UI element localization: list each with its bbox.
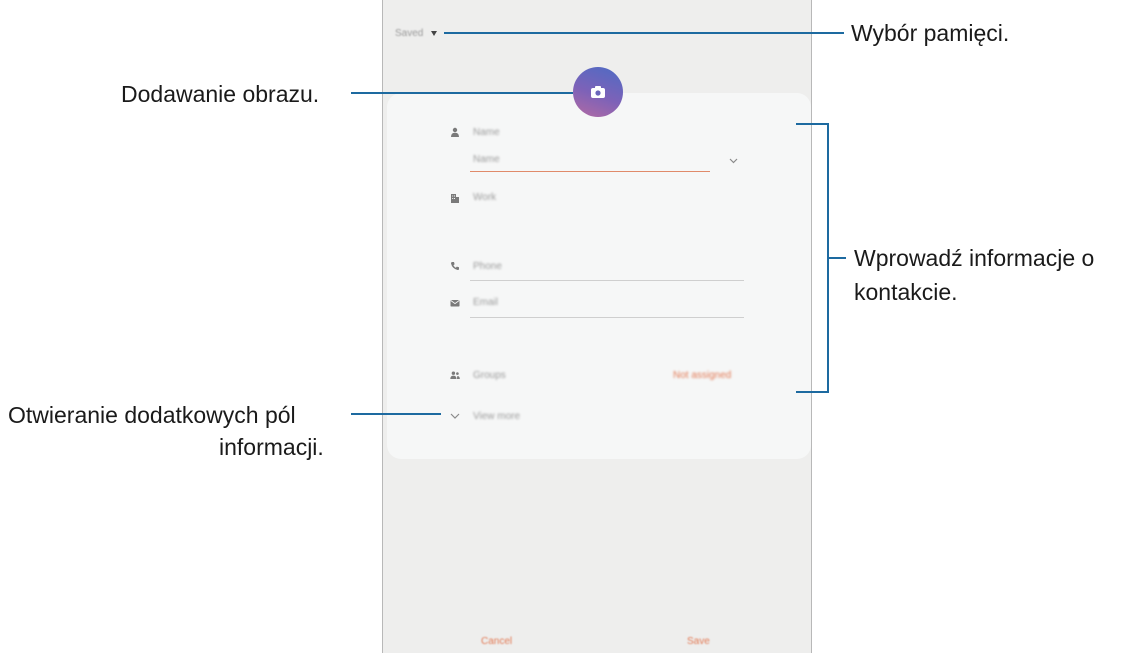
cancel-button[interactable]: Cancel <box>481 636 512 647</box>
more-fields-annotation-line2: informacji. <box>219 434 324 460</box>
phone-icon <box>450 262 459 271</box>
storage-label: Saved <box>395 27 424 39</box>
enter-info-annotation-line2: kontakcie. <box>854 279 958 305</box>
storage-callout-line <box>444 32 844 34</box>
chevron-down-icon[interactable] <box>729 158 738 164</box>
email-field-underline <box>470 317 744 318</box>
view-more-button[interactable]: View more <box>473 411 520 422</box>
add-image-button[interactable] <box>573 67 623 117</box>
camera-icon <box>591 86 605 98</box>
work-field[interactable]: Work <box>473 192 496 203</box>
groups-label: Groups <box>473 370 506 381</box>
enter-info-annotation-line1: Wprowadź informacje o <box>854 245 1095 271</box>
phone-field[interactable]: Phone <box>473 261 502 272</box>
name-field[interactable]: Name <box>473 154 500 165</box>
storage-annotation: Wybór pamięci. <box>851 20 1010 46</box>
more-fields-callout-line <box>351 413 441 415</box>
email-icon <box>450 300 460 307</box>
chevron-down-icon[interactable] <box>450 413 460 420</box>
contact-form-card: Name Name Work Phone Email Groups Not as… <box>387 93 811 459</box>
person-icon <box>451 127 459 137</box>
add-image-callout-line <box>351 92 573 94</box>
groups-value[interactable]: Not assigned <box>673 370 731 381</box>
phone-screen: Saved Name Name Work Phone Email Groups … <box>382 0 812 653</box>
phone-field-underline <box>470 280 744 281</box>
info-callout-line <box>827 257 846 259</box>
name-field-underline <box>470 171 710 172</box>
group-icon <box>450 371 460 379</box>
building-icon <box>451 194 459 203</box>
info-bracket-bottom <box>796 391 829 393</box>
info-bracket-top <box>796 123 829 125</box>
save-button[interactable]: Save <box>687 636 710 647</box>
name-section-label: Name <box>473 127 500 138</box>
more-fields-annotation-line1: Otwieranie dodatkowych pól <box>8 402 296 428</box>
storage-selector[interactable]: Saved <box>395 26 438 40</box>
add-image-annotation: Dodawanie obrazu. <box>121 81 320 107</box>
email-field[interactable]: Email <box>473 297 498 308</box>
dropdown-caret-icon <box>431 30 438 36</box>
